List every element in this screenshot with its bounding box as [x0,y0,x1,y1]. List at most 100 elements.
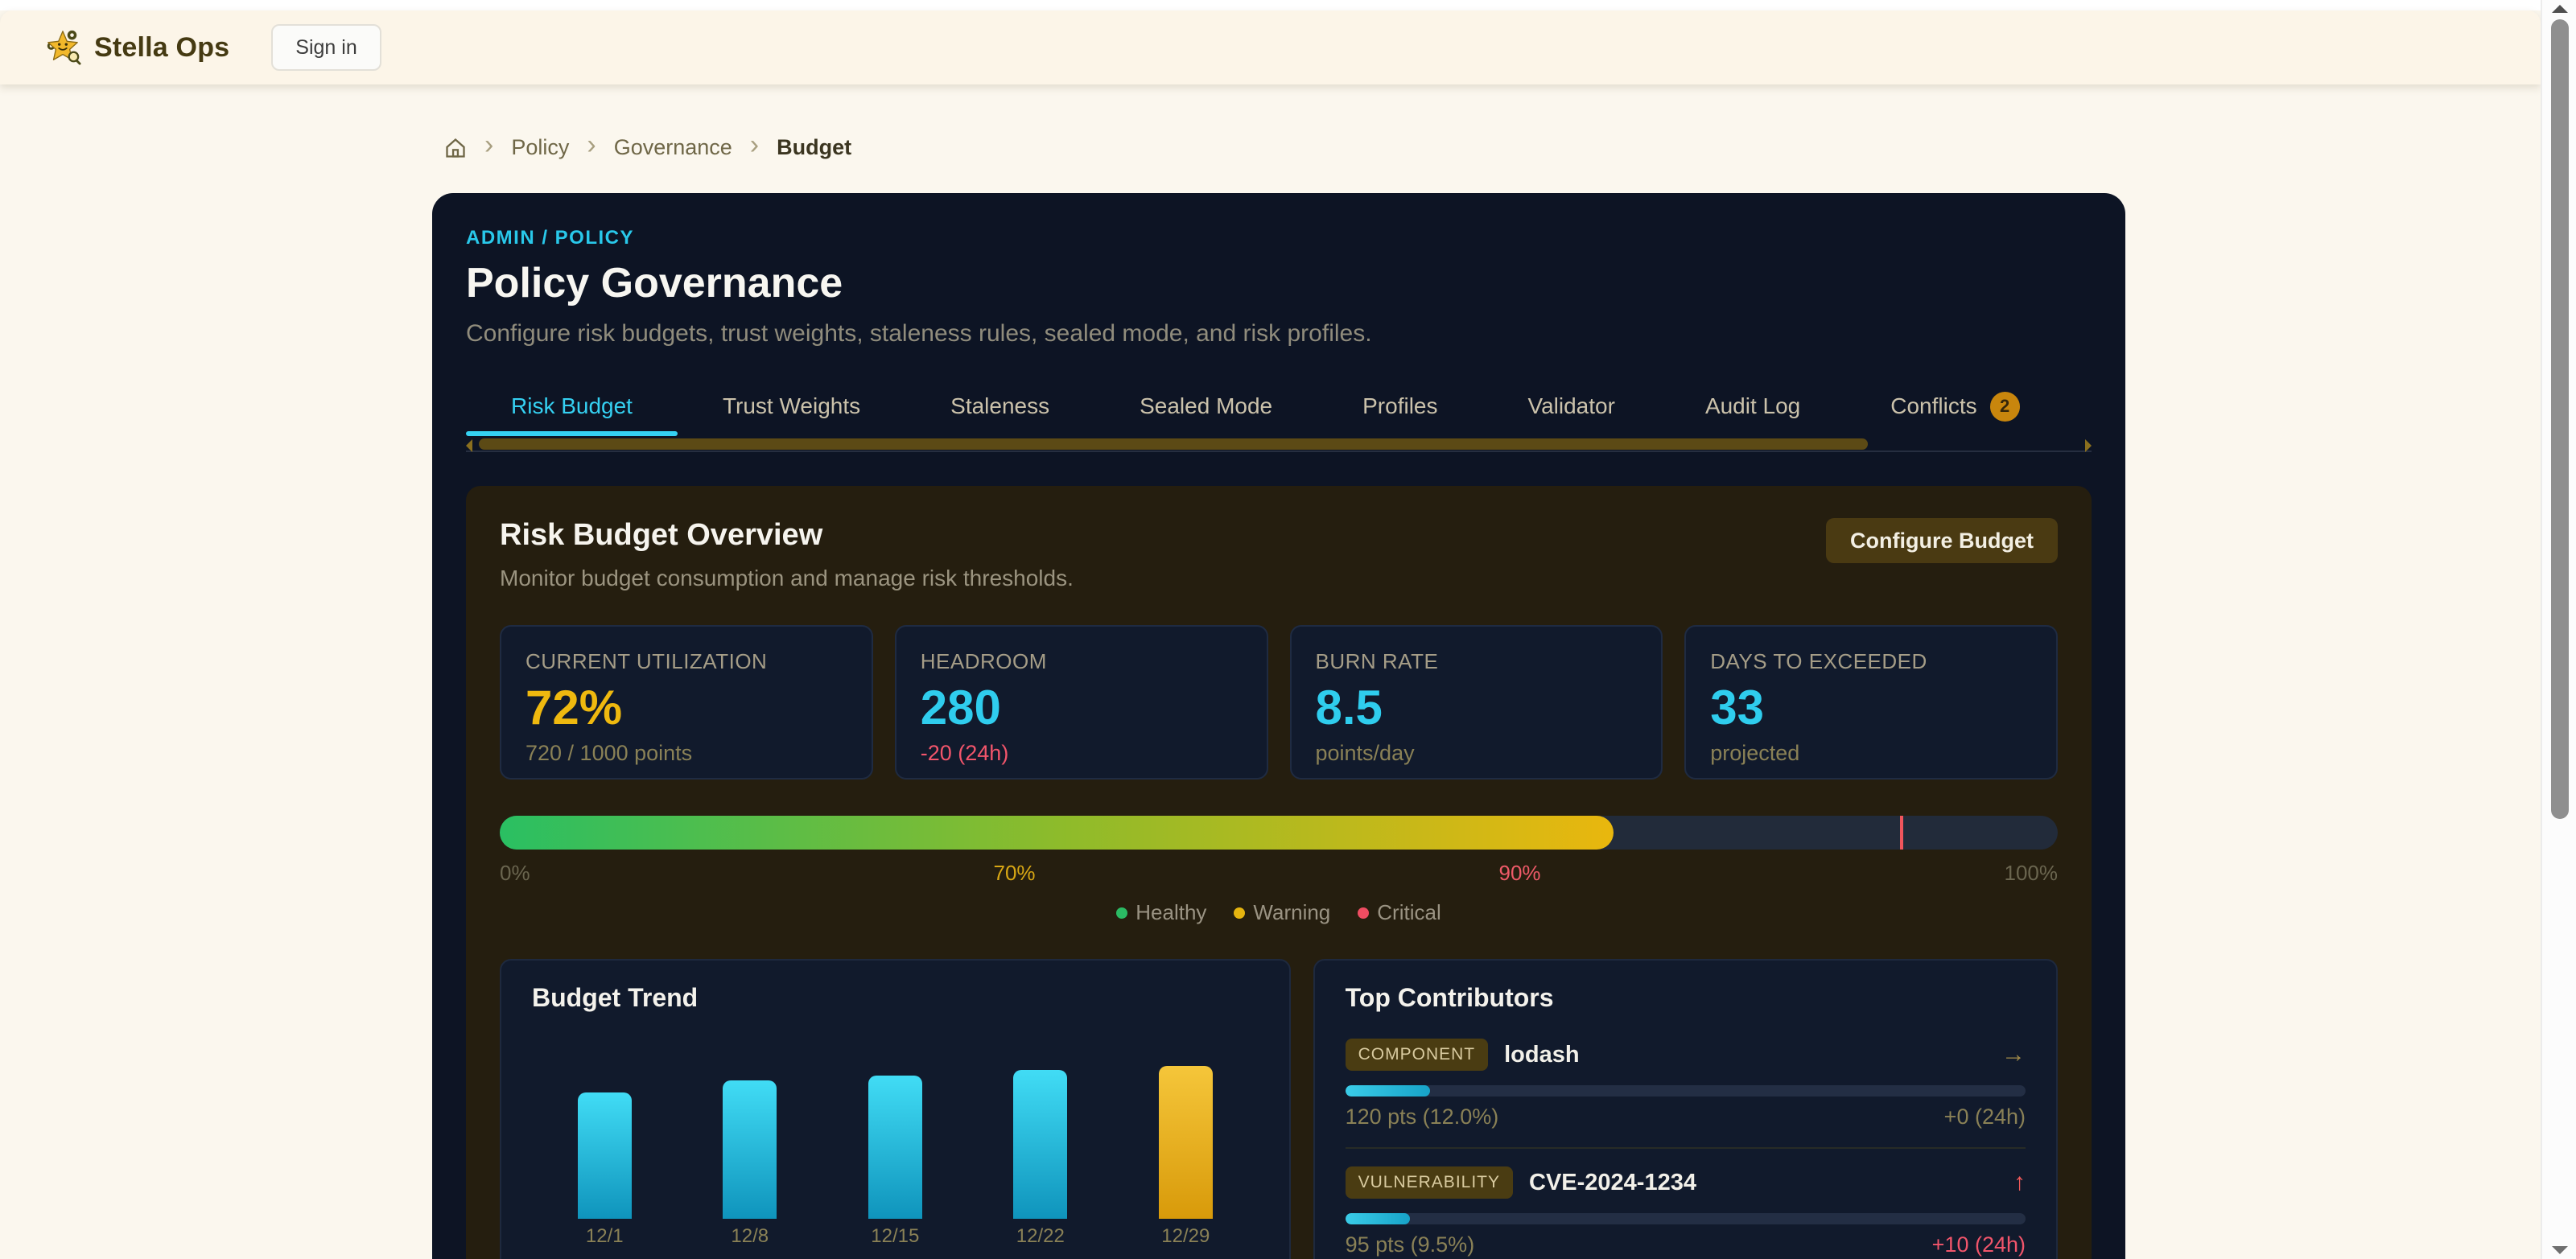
stella-ops-logo-icon [44,29,81,66]
app-header: Stella Ops Sign in [0,10,2541,84]
trend-bar [723,1080,777,1219]
contributor-bar-track [1346,1085,2026,1096]
tab-risk-budget[interactable]: Risk Budget [466,376,678,436]
configure-budget-button[interactable]: Configure Budget [1826,518,2058,563]
budget-trend-title: Budget Trend [532,983,1259,1013]
stat-value: 8.5 [1316,682,1638,733]
contributor-points: 120 pts (12.0%) [1346,1105,1499,1129]
sign-in-button[interactable]: Sign in [271,24,381,71]
contributor-bar-fill [1346,1085,1431,1096]
budget-utilization-gauge [500,816,2058,850]
top-contributors-title: Top Contributors [1346,983,2026,1013]
stat-value: 280 [921,682,1243,733]
trend-x-axis-labels: 12/1 12/8 12/15 12/22 12/29 [532,1225,1259,1248]
trend-bar [868,1076,922,1219]
tab-staleness[interactable]: Staleness [905,376,1094,436]
stat-label: HEADROOM [921,649,1243,674]
gauge-fill [500,816,1614,850]
contributor-name: CVE-2024-1234 [1529,1170,1696,1196]
breadcrumb-governance[interactable]: Governance [614,135,732,160]
scroll-left-arrow-icon[interactable] [466,439,472,452]
overview-subtitle: Monitor budget consumption and manage ri… [500,566,1074,591]
scroll-right-arrow-icon[interactable] [2085,439,2092,452]
stat-value: 72% [526,682,847,733]
tabs-scrollbar-thumb[interactable] [479,438,1868,450]
legend-critical: Critical [1358,900,1440,925]
overview-title: Risk Budget Overview [500,518,1074,553]
divider [1346,1147,2026,1149]
contributor-type-badge: VULNERABILITY [1346,1166,1513,1199]
critical-dot-icon [1358,907,1369,919]
gauge-threshold-labels: 0% 70% 90% 100% [500,861,2058,886]
budget-trend-card: Budget Trend 12/1 12/8 12/15 12/22 12/29 [500,959,1291,1259]
legend-warning: Warning [1234,900,1330,925]
stat-sub: points/day [1316,741,1638,766]
gauge-label-70: 70% [994,861,1036,886]
contributor-delta: +0 (24h) [1944,1105,2026,1129]
contributor-bar-track [1346,1213,2026,1224]
breadcrumb-separator: › [587,134,596,156]
trend-bar [1013,1070,1067,1219]
gauge-label-100: 100% [2004,861,2058,886]
breadcrumb: › Policy › Governance › Budget [444,135,851,160]
policy-governance-panel: ADMIN / POLICY Policy Governance Configu… [432,193,2125,1259]
stat-label: CURRENT UTILIZATION [526,649,847,674]
trend-bar [578,1092,632,1219]
gauge-legend: Healthy Warning Critical [500,900,2058,925]
budget-trend-chart [532,1019,1259,1219]
tab-conflicts-label: Conflicts [1890,393,1976,419]
risk-budget-overview-card: Risk Budget Overview Monitor budget cons… [466,486,2092,1259]
healthy-dot-icon [1116,907,1127,919]
trend-flat-icon: → [2001,1041,2026,1068]
breadcrumb-policy[interactable]: Policy [511,135,569,160]
tabs: Risk Budget Trust Weights Staleness Seal… [466,376,2092,436]
contributor-points: 95 pts (9.5%) [1346,1232,1475,1257]
stat-burn-rate: BURN RATE 8.5 points/day [1290,625,1663,780]
top-strip [0,0,2576,10]
stat-label: DAYS TO EXCEEDED [1710,649,2032,674]
tab-sealed-mode[interactable]: Sealed Mode [1094,376,1317,436]
tab-profiles[interactable]: Profiles [1317,376,1482,436]
stat-value: 33 [1710,682,2032,733]
contributor-delta: +10 (24h) [1932,1232,2026,1257]
home-icon[interactable] [444,137,467,159]
conflicts-count-badge: 2 [1990,392,2020,422]
page-subtitle: Configure risk budgets, trust weights, s… [466,320,2092,348]
breadcrumb-separator: › [484,134,493,156]
stat-sub: 720 / 1000 points [526,741,847,766]
scrollbar-down-arrow-icon[interactable] [2552,1246,2568,1254]
tab-trust-weights[interactable]: Trust Weights [678,376,905,436]
stat-label: BURN RATE [1316,649,1638,674]
stat-sub: -20 (24h) [921,741,1243,766]
scrollbar-up-arrow-icon[interactable] [2552,5,2568,13]
stat-headroom: HEADROOM 280 -20 (24h) [895,625,1268,780]
stat-sub: projected [1710,741,2032,766]
breadcrumb-current: Budget [777,135,851,160]
gauge-label-90: 90% [1499,861,1541,886]
stats-grid: CURRENT UTILIZATION 72% 720 / 1000 point… [500,625,2058,780]
trend-bar [1159,1066,1213,1219]
breadcrumb-separator: › [750,134,759,156]
contributor-type-badge: COMPONENT [1346,1039,1489,1071]
trend-up-icon: ↑ [2013,1169,2026,1196]
gauge-label-0: 0% [500,861,530,886]
contributor-lodash[interactable]: COMPONENT lodash → 120 pts (12.0%) +0 (2… [1346,1039,2026,1129]
contributor-bar-fill [1346,1213,1410,1224]
top-contributors-card: Top Contributors COMPONENT lodash → 120 … [1313,959,2058,1259]
tab-validator[interactable]: Validator [1483,376,1660,436]
stat-days-to-exceeded: DAYS TO EXCEEDED 33 projected [1684,625,2058,780]
legend-healthy: Healthy [1116,900,1206,925]
page-title: Policy Governance [466,259,2092,307]
warning-dot-icon [1234,907,1245,919]
tab-conflicts[interactable]: Conflicts 2 [1845,376,2064,436]
scrollbar-thumb[interactable] [2551,19,2569,819]
contributor-cve-2024-1234[interactable]: VULNERABILITY CVE-2024-1234 ↑ 95 pts (9.… [1346,1166,2026,1257]
tab-clipped[interactable]: Pl [2065,376,2092,436]
tabs-horizontal-scrollbar[interactable] [466,438,2092,451]
tab-audit-log[interactable]: Audit Log [1660,376,1845,436]
browser-vertical-scrollbar[interactable] [2541,0,2576,1259]
section-eyebrow: ADMIN / POLICY [466,227,2092,249]
brand-title: Stella Ops [94,32,229,64]
brand[interactable]: Stella Ops [44,29,229,66]
gauge-critical-marker [1900,816,1903,850]
